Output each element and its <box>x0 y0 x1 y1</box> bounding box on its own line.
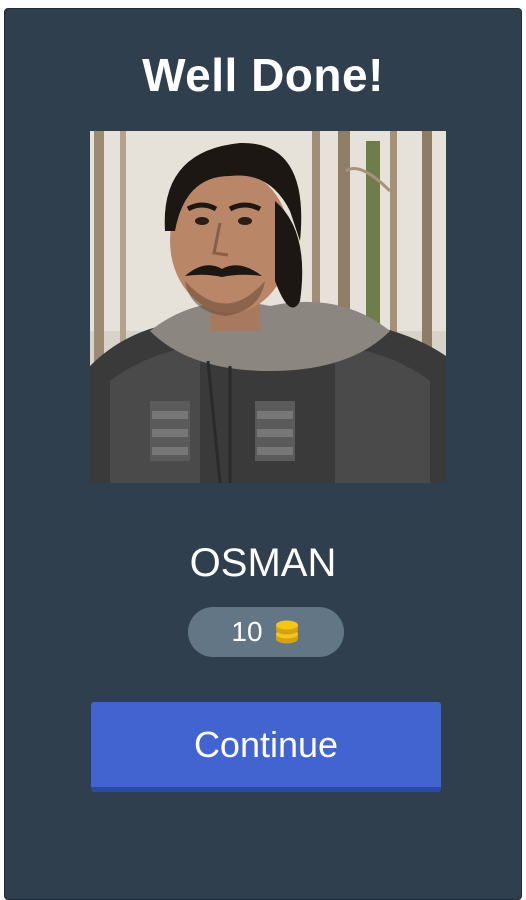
page-title: Well Done! <box>142 49 384 101</box>
character-portrait-image <box>90 131 446 483</box>
continue-button[interactable]: Continue <box>91 702 441 792</box>
coin-stack-icon <box>275 620 298 644</box>
answer-text: OSMAN <box>189 541 337 585</box>
reward-badge: 10 <box>188 607 344 657</box>
result-dialog: Well Done! OSMAN 10 Continue <box>4 8 522 900</box>
reward-amount: 10 <box>231 616 263 647</box>
screen: Well Done! OSMAN 10 Continue <box>0 0 526 900</box>
